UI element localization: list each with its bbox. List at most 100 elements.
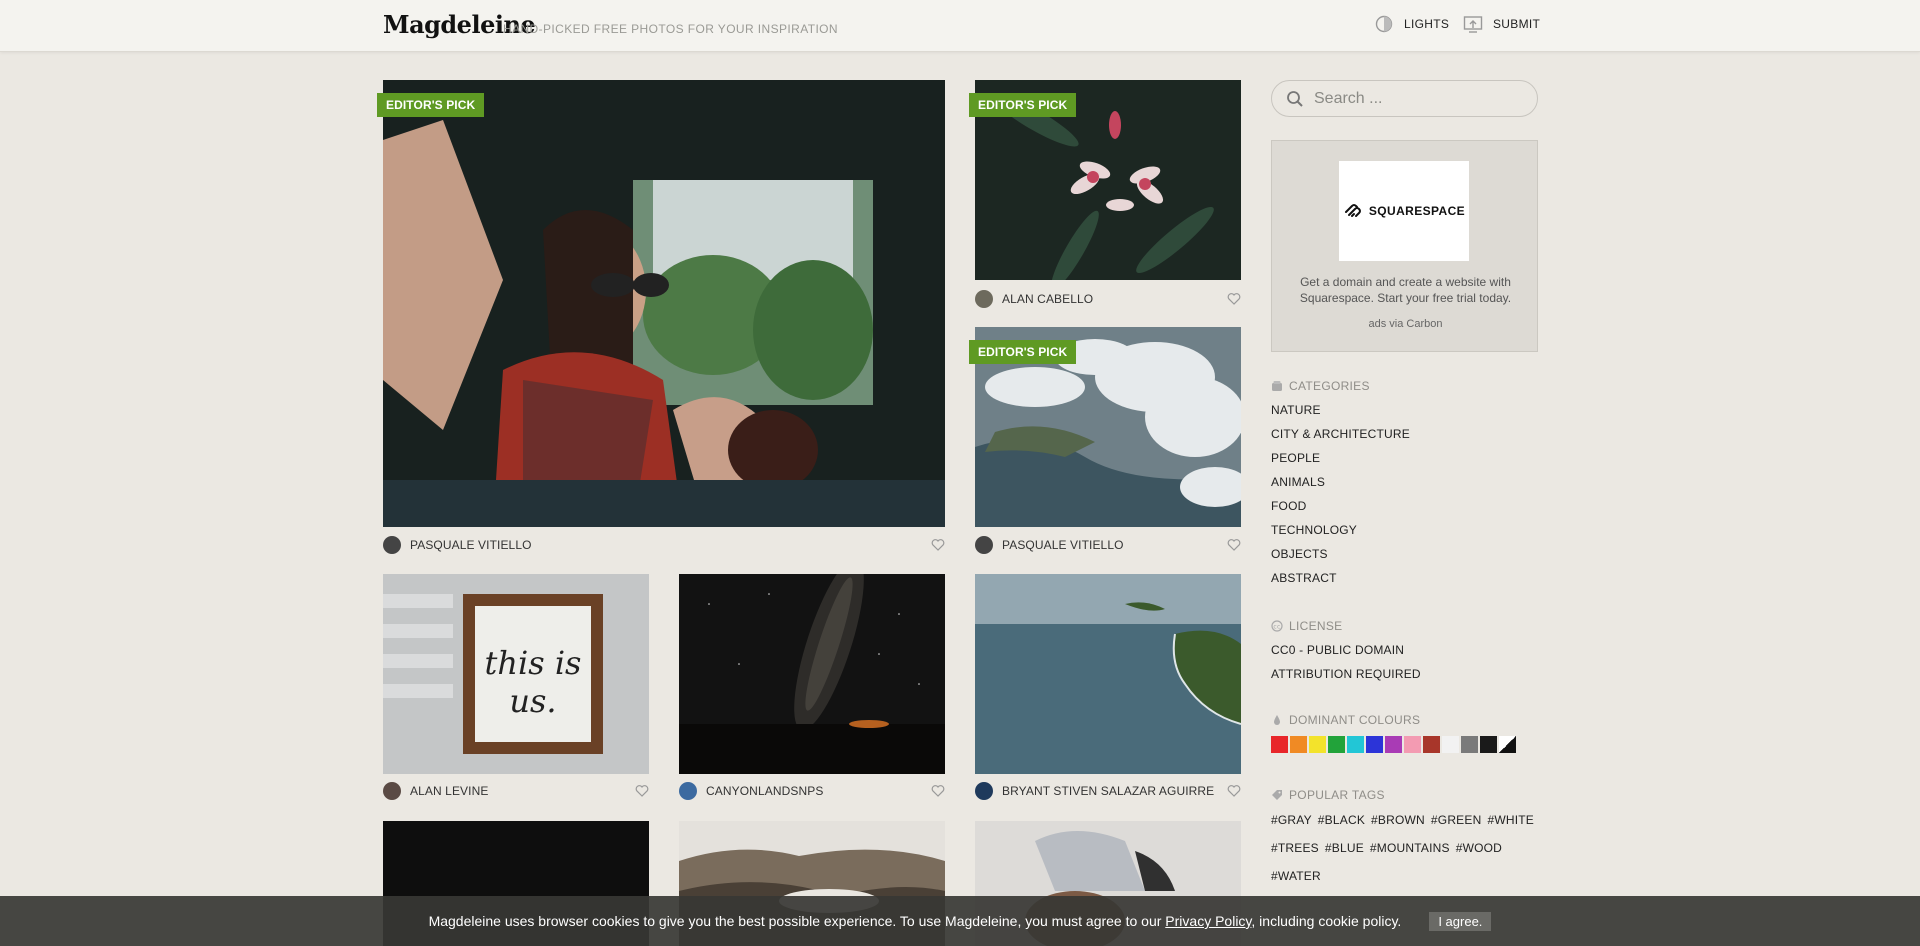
swatch-cyan[interactable]: [1347, 736, 1364, 753]
swatch-green[interactable]: [1328, 736, 1345, 753]
photo-meta: PASQUALE VITIELLO: [383, 534, 945, 556]
editors-pick-badge: EDITOR'S PICK: [969, 340, 1077, 364]
category-animals[interactable]: ANIMALS: [1271, 475, 1410, 499]
tag-link[interactable]: #BLACK: [1318, 813, 1365, 841]
photo-card: EDITOR'S PICK ALAN CABELLO: [969, 80, 1241, 313]
ad-brand: SQUARESPACE: [1368, 204, 1466, 218]
photo-this-is-us-sign[interactable]: this is us.: [383, 574, 649, 774]
category-food[interactable]: FOOD: [1271, 499, 1410, 523]
heart-icon[interactable]: [1227, 784, 1241, 798]
tag-link[interactable]: #GRAY: [1271, 813, 1312, 841]
submit-label: SUBMIT: [1493, 17, 1541, 31]
license-heading: cc LICENSE: [1271, 619, 1342, 633]
swatch-black[interactable]: [1480, 736, 1497, 753]
swatch-red[interactable]: [1271, 736, 1288, 753]
privacy-policy-link[interactable]: Privacy Policy: [1165, 913, 1251, 929]
author-avatar[interactable]: [679, 782, 697, 800]
ad-logo[interactable]: SQUARESPACE: [1339, 161, 1469, 261]
author-avatar[interactable]: [975, 536, 993, 554]
author-name[interactable]: PASQUALE VITIELLO: [1002, 538, 1124, 552]
category-abstract[interactable]: ABSTRACT: [1271, 571, 1410, 595]
categories-icon: [1272, 381, 1282, 391]
author-avatar[interactable]: [975, 782, 993, 800]
svg-text:us.: us.: [509, 682, 556, 720]
editors-pick-badge: EDITOR'S PICK: [377, 93, 485, 117]
photo-milky-way[interactable]: [679, 574, 945, 774]
colour-swatches: [1271, 736, 1516, 753]
lights-icon: [1375, 15, 1393, 33]
search-box[interactable]: [1271, 80, 1538, 117]
category-nature[interactable]: NATURE: [1271, 403, 1410, 427]
ad-text[interactable]: Get a domain and create a website with S…: [1292, 274, 1519, 306]
cookie-banner: Magdeleine uses browser cookies to give …: [0, 896, 1920, 946]
author-name[interactable]: ALAN LEVINE: [410, 784, 488, 798]
swatch-white[interactable]: [1442, 736, 1459, 753]
swatch-purple[interactable]: [1385, 736, 1402, 753]
lights-toggle[interactable]: LIGHTS: [1374, 14, 1449, 34]
site-header: Magdeleine HAND-PICKED FREE PHOTOS FOR Y…: [0, 0, 1920, 52]
photo-woman-in-car[interactable]: [383, 80, 945, 527]
tag-icon: [1272, 790, 1282, 800]
swatch-gray[interactable]: [1461, 736, 1478, 753]
photo-meta: ALAN CABELLO: [975, 288, 1241, 310]
site-tagline: HAND-PICKED FREE PHOTOS FOR YOUR INSPIRA…: [503, 22, 838, 36]
photo-art: [679, 574, 945, 774]
author-avatar[interactable]: [383, 536, 401, 554]
author-name[interactable]: CANYONLANDSNPS: [706, 784, 823, 798]
upload-icon: [1463, 16, 1483, 33]
lights-label: LIGHTS: [1404, 17, 1450, 31]
heart-icon[interactable]: [1227, 538, 1241, 552]
swatch-orange[interactable]: [1290, 736, 1307, 753]
photo-meta: ALAN LEVINE: [383, 780, 649, 802]
heart-icon[interactable]: [931, 538, 945, 552]
cookie-text-before: Magdeleine uses browser cookies to give …: [428, 913, 1162, 929]
ad-via-link[interactable]: ads via Carbon: [1272, 318, 1539, 330]
droplet-icon: [1274, 715, 1280, 725]
license-cc0[interactable]: CC0 - PUBLIC DOMAIN: [1271, 643, 1421, 667]
photo-card: BRYANT STIVEN SALAZAR AGUIRRE: [975, 574, 1241, 808]
photo-art: [975, 574, 1241, 774]
author-name[interactable]: PASQUALE VITIELLO: [410, 538, 532, 552]
category-technology[interactable]: TECHNOLOGY: [1271, 523, 1410, 547]
license-list: CC0 - PUBLIC DOMAIN ATTRIBUTION REQUIRED: [1271, 643, 1421, 691]
swatch-brown[interactable]: [1423, 736, 1440, 753]
squarespace-logo-icon: [1344, 204, 1361, 217]
tag-link[interactable]: #BROWN: [1371, 813, 1425, 841]
author-name[interactable]: ALAN CABELLO: [1002, 292, 1093, 306]
tag-link[interactable]: #GREEN: [1431, 813, 1482, 841]
tag-link[interactable]: #TREES: [1271, 841, 1319, 869]
photo-sea-aerial[interactable]: [975, 574, 1241, 774]
cookie-agree-button[interactable]: I agree.: [1429, 911, 1492, 931]
tag-link[interactable]: #WATER: [1271, 869, 1321, 897]
tag-link[interactable]: #WHITE: [1487, 813, 1534, 841]
license-attribution[interactable]: ATTRIBUTION REQUIRED: [1271, 667, 1421, 691]
author-name[interactable]: BRYANT STIVEN SALAZAR AGUIRRE: [1002, 784, 1214, 798]
tag-link[interactable]: #BLUE: [1325, 841, 1364, 869]
categories-heading: CATEGORIES: [1271, 379, 1370, 393]
search-input[interactable]: [1314, 89, 1524, 108]
heart-icon[interactable]: [1227, 292, 1241, 306]
tag-link[interactable]: #MOUNTAINS: [1370, 841, 1450, 869]
photo-card: EDITOR'S PICK PASQUALE VITIELLO: [969, 327, 1241, 560]
author-avatar[interactable]: [383, 782, 401, 800]
category-city-architecture[interactable]: CITY & ARCHITECTURE: [1271, 427, 1410, 451]
swatch-yellow[interactable]: [1309, 736, 1326, 753]
photo-meta: PASQUALE VITIELLO: [975, 534, 1241, 556]
swatch-black-white[interactable]: [1499, 736, 1516, 753]
license-title: LICENSE: [1289, 619, 1343, 633]
category-people[interactable]: PEOPLE: [1271, 451, 1410, 475]
photo-art: [383, 80, 945, 527]
heart-icon[interactable]: [931, 784, 945, 798]
category-objects[interactable]: OBJECTS: [1271, 547, 1410, 571]
photo-meta: CANYONLANDSNPS: [679, 780, 945, 802]
tags-cloud: #GRAY #BLACK #BROWN #GREEN #WHITE #TREES…: [1271, 813, 1551, 897]
swatch-blue[interactable]: [1366, 736, 1383, 753]
photo-card: EDITOR'S PICK PASQUALE VITIELLO: [377, 80, 945, 560]
submit-link[interactable]: SUBMIT: [1463, 14, 1540, 34]
tag-link[interactable]: #WOOD: [1456, 841, 1502, 869]
heart-icon[interactable]: [635, 784, 649, 798]
cookie-text-after: , including cookie policy.: [1251, 913, 1402, 929]
swatch-pink[interactable]: [1404, 736, 1421, 753]
author-avatar[interactable]: [975, 290, 993, 308]
svg-text:cc: cc: [1273, 624, 1280, 631]
